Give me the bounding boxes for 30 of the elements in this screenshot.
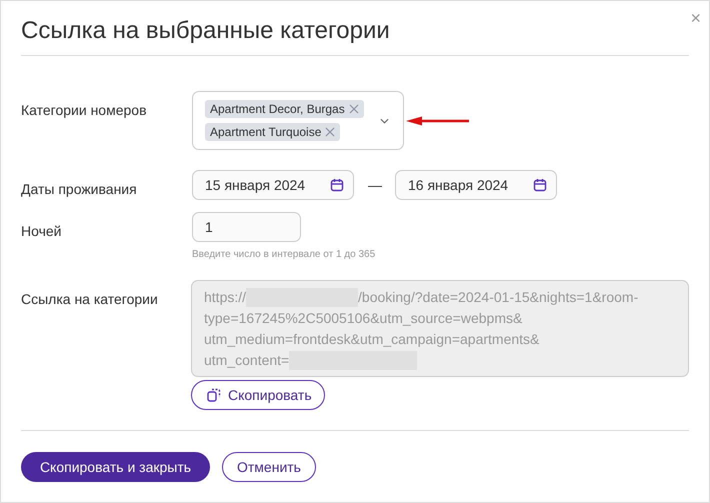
calendar-icon[interactable] [533,178,547,192]
date-field[interactable]: 16 января 2024 [395,170,557,200]
date-separator: — [368,177,382,193]
cancel-button[interactable]: Отменить [222,452,316,482]
field-label: Ночей [21,222,62,241]
dialog-title: Ссылка на выбранные категории [21,17,390,45]
link-text: utm_content= [204,351,290,370]
pointer-arrow [406,116,470,126]
copy-and-close-button[interactable]: Скопировать и закрыть [21,452,210,482]
date-field[interactable]: 15 января 2024 [192,170,354,200]
field-label: Категории номеров [21,101,148,120]
copy-button[interactable]: Скопировать [191,380,325,410]
calendar-icon[interactable] [330,178,344,192]
date-value: 15 января 2024 [205,177,306,193]
link-text: type=167245%2C5005106&utm_source=webpms& [204,309,522,328]
link-text: utm_medium=frontdesk&utm_campaign=apartments& [204,330,540,349]
link-text: /booking/?date=2024-01-15&nights=1&room- [358,288,638,307]
category-chip[interactable]: Apartment Turquoise [205,123,340,141]
chip-label: Apartment Turquoise [210,125,322,139]
link-text: https:// [204,288,246,307]
date-value: 16 января 2024 [408,177,508,193]
field-label: Даты проживания [21,180,138,199]
nights-input[interactable]: 1 [192,212,301,242]
chip-label: Apartment Decor, Burgas [210,102,345,116]
copy-icon [207,388,221,402]
hint-text: Введите число в интервале от 1 до 365 [192,249,376,260]
chevron-down-icon [380,118,389,124]
category-select[interactable]: Apartment Decor, Burgas Apartment Turquoise [192,91,404,150]
category-chip[interactable]: Apartment Decor, Burgas [205,100,364,118]
field-label: Ссылка на категории [21,290,159,309]
